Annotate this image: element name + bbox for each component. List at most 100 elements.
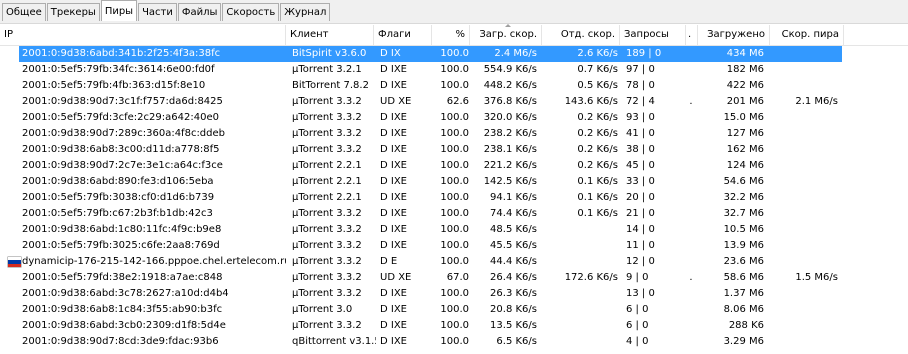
peer-down-speed: 26.4 K6/s [490, 272, 537, 283]
peer-requests: 38 | 0 [626, 144, 655, 155]
peer-requests: 93 | 0 [626, 112, 655, 123]
table-row[interactable]: 2001:0:9d38:6ab8:3c00:d11d:a778:8f5 µTorr… [0, 142, 908, 158]
peer-client: µTorrent 3.3.2 [292, 112, 362, 123]
peer-percent: 100.0 [440, 240, 469, 251]
peer-rate [764, 174, 838, 190]
peer-rate: 1.5 M6/s [795, 272, 838, 283]
table-row[interactable]: 2001:0:5ef5:79fb:c67:2b3f:b1db:42c3 µTorr… [0, 206, 908, 222]
column-header-down-speed[interactable]: Загр. скор. [470, 25, 542, 45]
peer-requests: 14 | 0 [626, 224, 655, 235]
peer-dot [686, 110, 696, 126]
peer-dot [686, 318, 696, 334]
table-row[interactable]: 2001:0:9d38:6abd:1c80:11fc:4f9c:b9e8 µTor… [0, 222, 908, 238]
peer-percent: 62.6 [446, 96, 469, 107]
peer-flags: D IXE [380, 336, 407, 347]
column-header-flags[interactable]: Флаги [374, 25, 432, 45]
tab-5[interactable]: Скорость [222, 3, 280, 21]
peer-percent: 100.0 [440, 144, 469, 155]
peer-client: qBittorrent v3.1.5 [292, 336, 376, 347]
table-row[interactable]: 2001:0:5ef5:79fb:3038:cf0:d1d6:b739 µTorr… [0, 190, 908, 206]
column-header-requests[interactable]: Запросы [620, 25, 686, 45]
peer-client: µTorrent 3.3.2 [292, 144, 362, 155]
peer-downloaded: 15.0 M6 [723, 112, 764, 123]
column-header-percent[interactable]: % [432, 25, 470, 45]
table-row[interactable]: 2001:0:5ef5:79fb:4fb:363:d15f:8e10 BitTor… [0, 78, 908, 94]
tab-bar: Общее Трекеры Пиры Части Файлы Скорость Журнал [0, 0, 908, 24]
peer-requests: 189 | 0 [626, 48, 662, 59]
peer-flags: D IXE [380, 144, 407, 155]
tab-4[interactable]: Файлы [177, 3, 222, 21]
peer-downloaded: 58.6 M6 [723, 272, 764, 283]
peer-flags: D IXE [380, 64, 407, 75]
tab-3[interactable]: Части [138, 3, 177, 21]
peer-up-speed: 0.2 K6/s [577, 112, 618, 123]
table-row[interactable]: 2001:0:9d38:90d7:2c7e:3e1c:a64c:f3ce µTor… [0, 158, 908, 174]
peer-dot [686, 190, 696, 206]
peer-dot: . [689, 272, 693, 283]
peer-requests: 6 | 0 [626, 304, 649, 315]
peer-down-speed: 48.5 K6/s [490, 224, 537, 235]
peer-dot [686, 254, 696, 270]
peer-requests: 9 | 0 [626, 272, 649, 283]
table-row[interactable]: 2001:0:5ef5:79fb:34fc:3614:6e00:fd0f µTor… [0, 62, 908, 78]
peer-ip: 2001:0:9d38:6ab8:1c84:3f55:ab90:b3fc [22, 304, 223, 315]
tab-6[interactable]: Журнал [280, 3, 331, 21]
peer-down-speed: 6.5 K6/s [496, 336, 537, 347]
tab-0[interactable]: Общее [2, 3, 46, 21]
table-row[interactable]: 2001:0:9d38:6abd:890:fe3:d106:5eba µTorre… [0, 174, 908, 190]
table-row[interactable]: 2001:0:5ef5:79fb:3025:c6fe:2aa8:769d µTor… [0, 238, 908, 254]
peer-dot [686, 174, 696, 190]
peer-client: µTorrent 3.3.2 [292, 240, 362, 251]
peer-ip: 2001:0:5ef5:79fd:38e2:1918:a7ae:c848 [22, 272, 223, 283]
peer-percent: 100.0 [440, 128, 469, 139]
tab-2[interactable]: Пиры [100, 0, 138, 21]
table-row[interactable]: 2001:0:5ef5:79fd:3cfe:2c29:a642:40e0 µTor… [0, 110, 908, 126]
peer-client: µTorrent 3.3.2 [292, 96, 362, 107]
peer-client: µTorrent 3.3.2 [292, 272, 362, 283]
column-header-client[interactable]: Клиент [286, 25, 374, 45]
tab-1[interactable]: Трекеры [46, 3, 100, 21]
peer-dot [686, 222, 696, 238]
peer-flags: D E [380, 256, 398, 267]
peer-up-speed: 0.1 K6/s [577, 192, 618, 203]
peer-flags: D IXE [380, 160, 407, 171]
table-row[interactable]: 2001:0:9d38:6abd:341b:2f25:4f3a:38fc BitS… [0, 46, 908, 62]
table-row[interactable]: 2001:0:9d38:90d7:289c:360a:4f8c:ddeb µTor… [0, 126, 908, 142]
table-row[interactable]: 2001:0:9d38:6abd:3cb0:2309:d1f8:5d4e µTor… [0, 318, 908, 334]
peer-up-speed [537, 238, 618, 254]
peer-client: µTorrent 3.3.2 [292, 224, 362, 235]
table-row[interactable]: 2001:0:5ef5:79fd:38e2:1918:a7ae:c848 µTor… [0, 270, 908, 286]
peer-downloaded: 288 K6 [728, 320, 764, 331]
table-row[interactable]: dynamicip-176-215-142-166.pppoe.chel.ert… [0, 254, 908, 270]
peer-downloaded: 162 M6 [726, 144, 764, 155]
column-header-peer-rate[interactable]: Скор. пира [770, 25, 844, 45]
peer-requests: 13 | 0 [626, 288, 655, 299]
column-header-dot[interactable]: . [686, 25, 698, 45]
column-header-up-speed[interactable]: Отд. скор. [542, 25, 620, 45]
peer-rate [764, 222, 838, 238]
table-row[interactable]: 2001:0:9d38:6abd:3c78:2627:a10d:d4b4 µTor… [0, 286, 908, 302]
peer-percent: 100.0 [440, 304, 469, 315]
peer-percent: 100.0 [440, 320, 469, 331]
table-row[interactable]: 2001:0:9d38:6ab8:1c84:3f55:ab90:b3fc µTor… [0, 302, 908, 318]
peer-client: µTorrent 3.3.2 [292, 288, 362, 299]
table-row[interactable]: 2001:0:9d38:90d7:8cd:3de9:fdac:93b6 qBitt… [0, 334, 908, 350]
peer-requests: 11 | 0 [626, 240, 655, 251]
peer-percent: 100.0 [440, 208, 469, 219]
peer-client: BitSpirit v3.6.0 [292, 48, 367, 59]
peer-ip: 2001:0:9d38:90d7:2c7e:3e1c:a64c:f3ce [22, 160, 223, 171]
peer-client: BitTorrent 7.8.2 [292, 80, 369, 91]
peer-up-speed: 0.5 K6/s [577, 80, 618, 91]
peer-down-speed: 448.2 K6/s [483, 80, 537, 91]
peer-requests: 6 | 0 [626, 320, 649, 331]
peer-down-speed: 94.1 K6/s [490, 192, 537, 203]
peer-down-speed: 320.0 K6/s [483, 112, 537, 123]
table-row[interactable]: 2001:0:9d38:90d7:3c1f:f757:da6d:8425 µTor… [0, 94, 908, 110]
peer-flags: D IXE [380, 288, 407, 299]
peer-up-speed [537, 286, 618, 302]
column-header-ip[interactable]: IP [0, 25, 286, 45]
column-header-downloaded[interactable]: Загружено [698, 25, 770, 45]
peer-percent: 100.0 [440, 64, 469, 75]
peer-down-speed: 13.5 K6/s [490, 320, 537, 331]
peer-rate [764, 238, 838, 254]
